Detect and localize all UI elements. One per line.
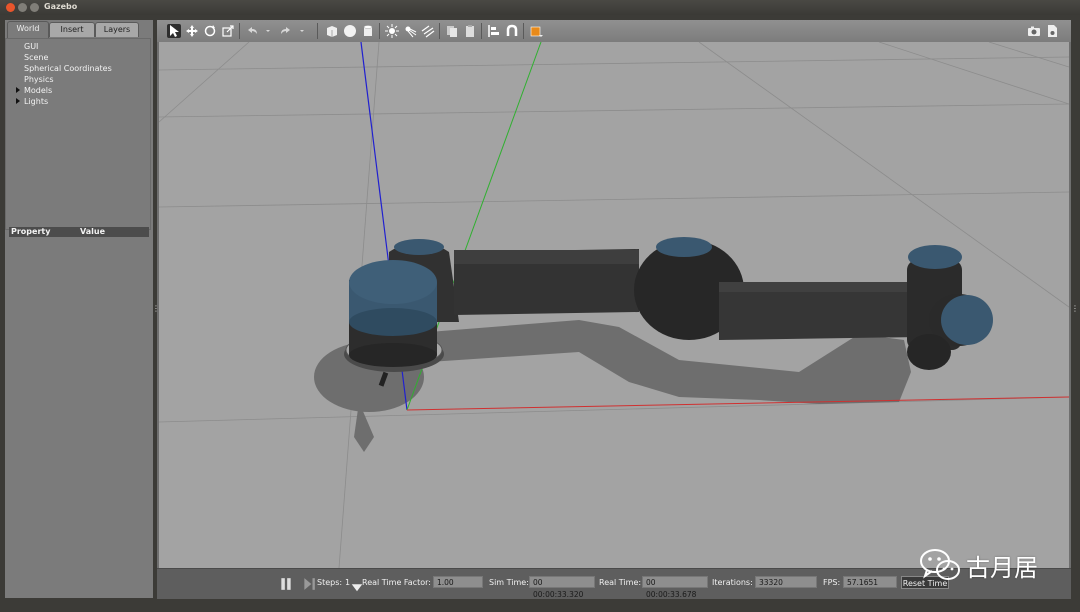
real-time-field: 00 00:00:33.678: [642, 576, 708, 599]
scale-mode-icon[interactable]: [221, 24, 235, 38]
redo-dropdown-icon[interactable]: [295, 24, 304, 38]
expand-arrow-icon[interactable]: [16, 98, 20, 104]
fps-field: 57.1651: [843, 576, 897, 588]
fps-label: FPS:: [823, 578, 841, 587]
steps-label: Steps:: [317, 578, 343, 587]
redo-icon[interactable]: [279, 24, 293, 38]
box-shape-icon[interactable]: [325, 24, 339, 38]
iterations-field: 33320: [755, 576, 817, 588]
value-column-header[interactable]: Value: [80, 227, 105, 236]
real-time-label: Real Time:: [599, 578, 642, 587]
tree-item-label: Physics: [24, 75, 54, 84]
step-icon[interactable]: [302, 577, 315, 590]
world-tree: GUI Scene Spherical Coordinates Physics …: [5, 38, 151, 230]
maximize-window-button[interactable]: [30, 3, 39, 12]
translate-mode-icon[interactable]: [185, 24, 199, 38]
tree-item-scene[interactable]: Scene: [24, 53, 48, 62]
spot-light-icon[interactable]: [403, 24, 417, 38]
iterations-label: Iterations:: [712, 578, 753, 587]
tree-item-lights[interactable]: Lights: [16, 97, 49, 106]
3d-viewport[interactable]: [159, 42, 1069, 586]
toolbar: [157, 20, 1071, 42]
tree-item-label: Lights: [24, 97, 49, 106]
tree-item-spherical-coordinates[interactable]: Spherical Coordinates: [24, 64, 112, 73]
toolbar-separator: [439, 23, 440, 39]
expand-arrow-icon[interactable]: [16, 87, 20, 93]
tab-layers[interactable]: Layers: [95, 22, 139, 37]
copy-icon[interactable]: [445, 24, 459, 38]
undo-dropdown-icon[interactable]: [261, 24, 270, 38]
left-panel-tabs: World Insert Layers: [5, 20, 153, 38]
sim-time-label: Sim Time:: [489, 578, 529, 587]
tab-world[interactable]: World: [7, 21, 49, 38]
window-titlebar: Gazebo: [0, 0, 1080, 15]
property-table-body: [5, 238, 151, 596]
rotate-mode-icon[interactable]: [203, 24, 217, 38]
directional-light-icon[interactable]: [421, 24, 435, 38]
watermark-text: 古月居: [966, 554, 1038, 582]
point-light-icon[interactable]: [385, 24, 399, 38]
toolbar-separator: [481, 23, 482, 39]
minimize-window-button[interactable]: [18, 3, 27, 12]
steps-dropdown-icon[interactable]: [350, 579, 363, 592]
snap-icon[interactable]: [505, 24, 519, 38]
tree-item-models[interactable]: Models: [16, 86, 53, 95]
sphere-shape-icon[interactable]: [343, 24, 357, 38]
wechat-logo-icon: [920, 549, 960, 580]
tree-item-label: Scene: [24, 53, 49, 62]
property-table-header: Property Value: [9, 227, 149, 237]
screenshot-icon[interactable]: [1027, 24, 1041, 38]
cylinder-shape-icon[interactable]: [361, 24, 375, 38]
watermark: 古月居: [918, 544, 1038, 584]
toolbar-separator: [239, 23, 240, 39]
sim-time-field: 00 00:00:33.320: [529, 576, 595, 599]
close-window-button[interactable]: [6, 3, 15, 12]
toolbar-separator: [317, 23, 318, 39]
window-title: Gazebo: [44, 2, 78, 11]
tree-item-label: GUI: [24, 42, 39, 51]
real-time-factor-field: 1.00: [433, 576, 483, 588]
paste-icon[interactable]: [463, 24, 477, 38]
undo-icon[interactable]: [245, 24, 259, 38]
left-panel-collapse-handle[interactable]: ⋮: [152, 304, 160, 313]
view-angle-icon[interactable]: [529, 24, 543, 38]
left-panel: World Insert Layers GUI Scene Spherical …: [5, 20, 153, 598]
tree-item-label: Spherical Coordinates: [24, 64, 112, 73]
align-icon[interactable]: [487, 24, 501, 38]
record-icon[interactable]: [1045, 24, 1059, 38]
real-time-factor-label: Real Time Factor:: [362, 578, 431, 587]
toolbar-separator: [379, 23, 380, 39]
tree-item-physics[interactable]: Physics: [24, 75, 54, 84]
right-panel-collapse-handle[interactable]: ⋮: [1071, 304, 1079, 313]
tree-item-gui[interactable]: GUI: [24, 42, 38, 51]
toolbar-separator: [523, 23, 524, 39]
viewport-frame: Steps: 1 Real Time Factor: 1.00 Sim Time…: [157, 20, 1071, 599]
property-column-header[interactable]: Property: [11, 227, 50, 236]
pause-icon[interactable]: [279, 577, 291, 590]
select-mode-icon[interactable]: [167, 24, 181, 38]
scene-render: [159, 42, 1069, 569]
tab-insert[interactable]: Insert: [49, 22, 95, 37]
tree-item-label: Models: [24, 86, 53, 95]
